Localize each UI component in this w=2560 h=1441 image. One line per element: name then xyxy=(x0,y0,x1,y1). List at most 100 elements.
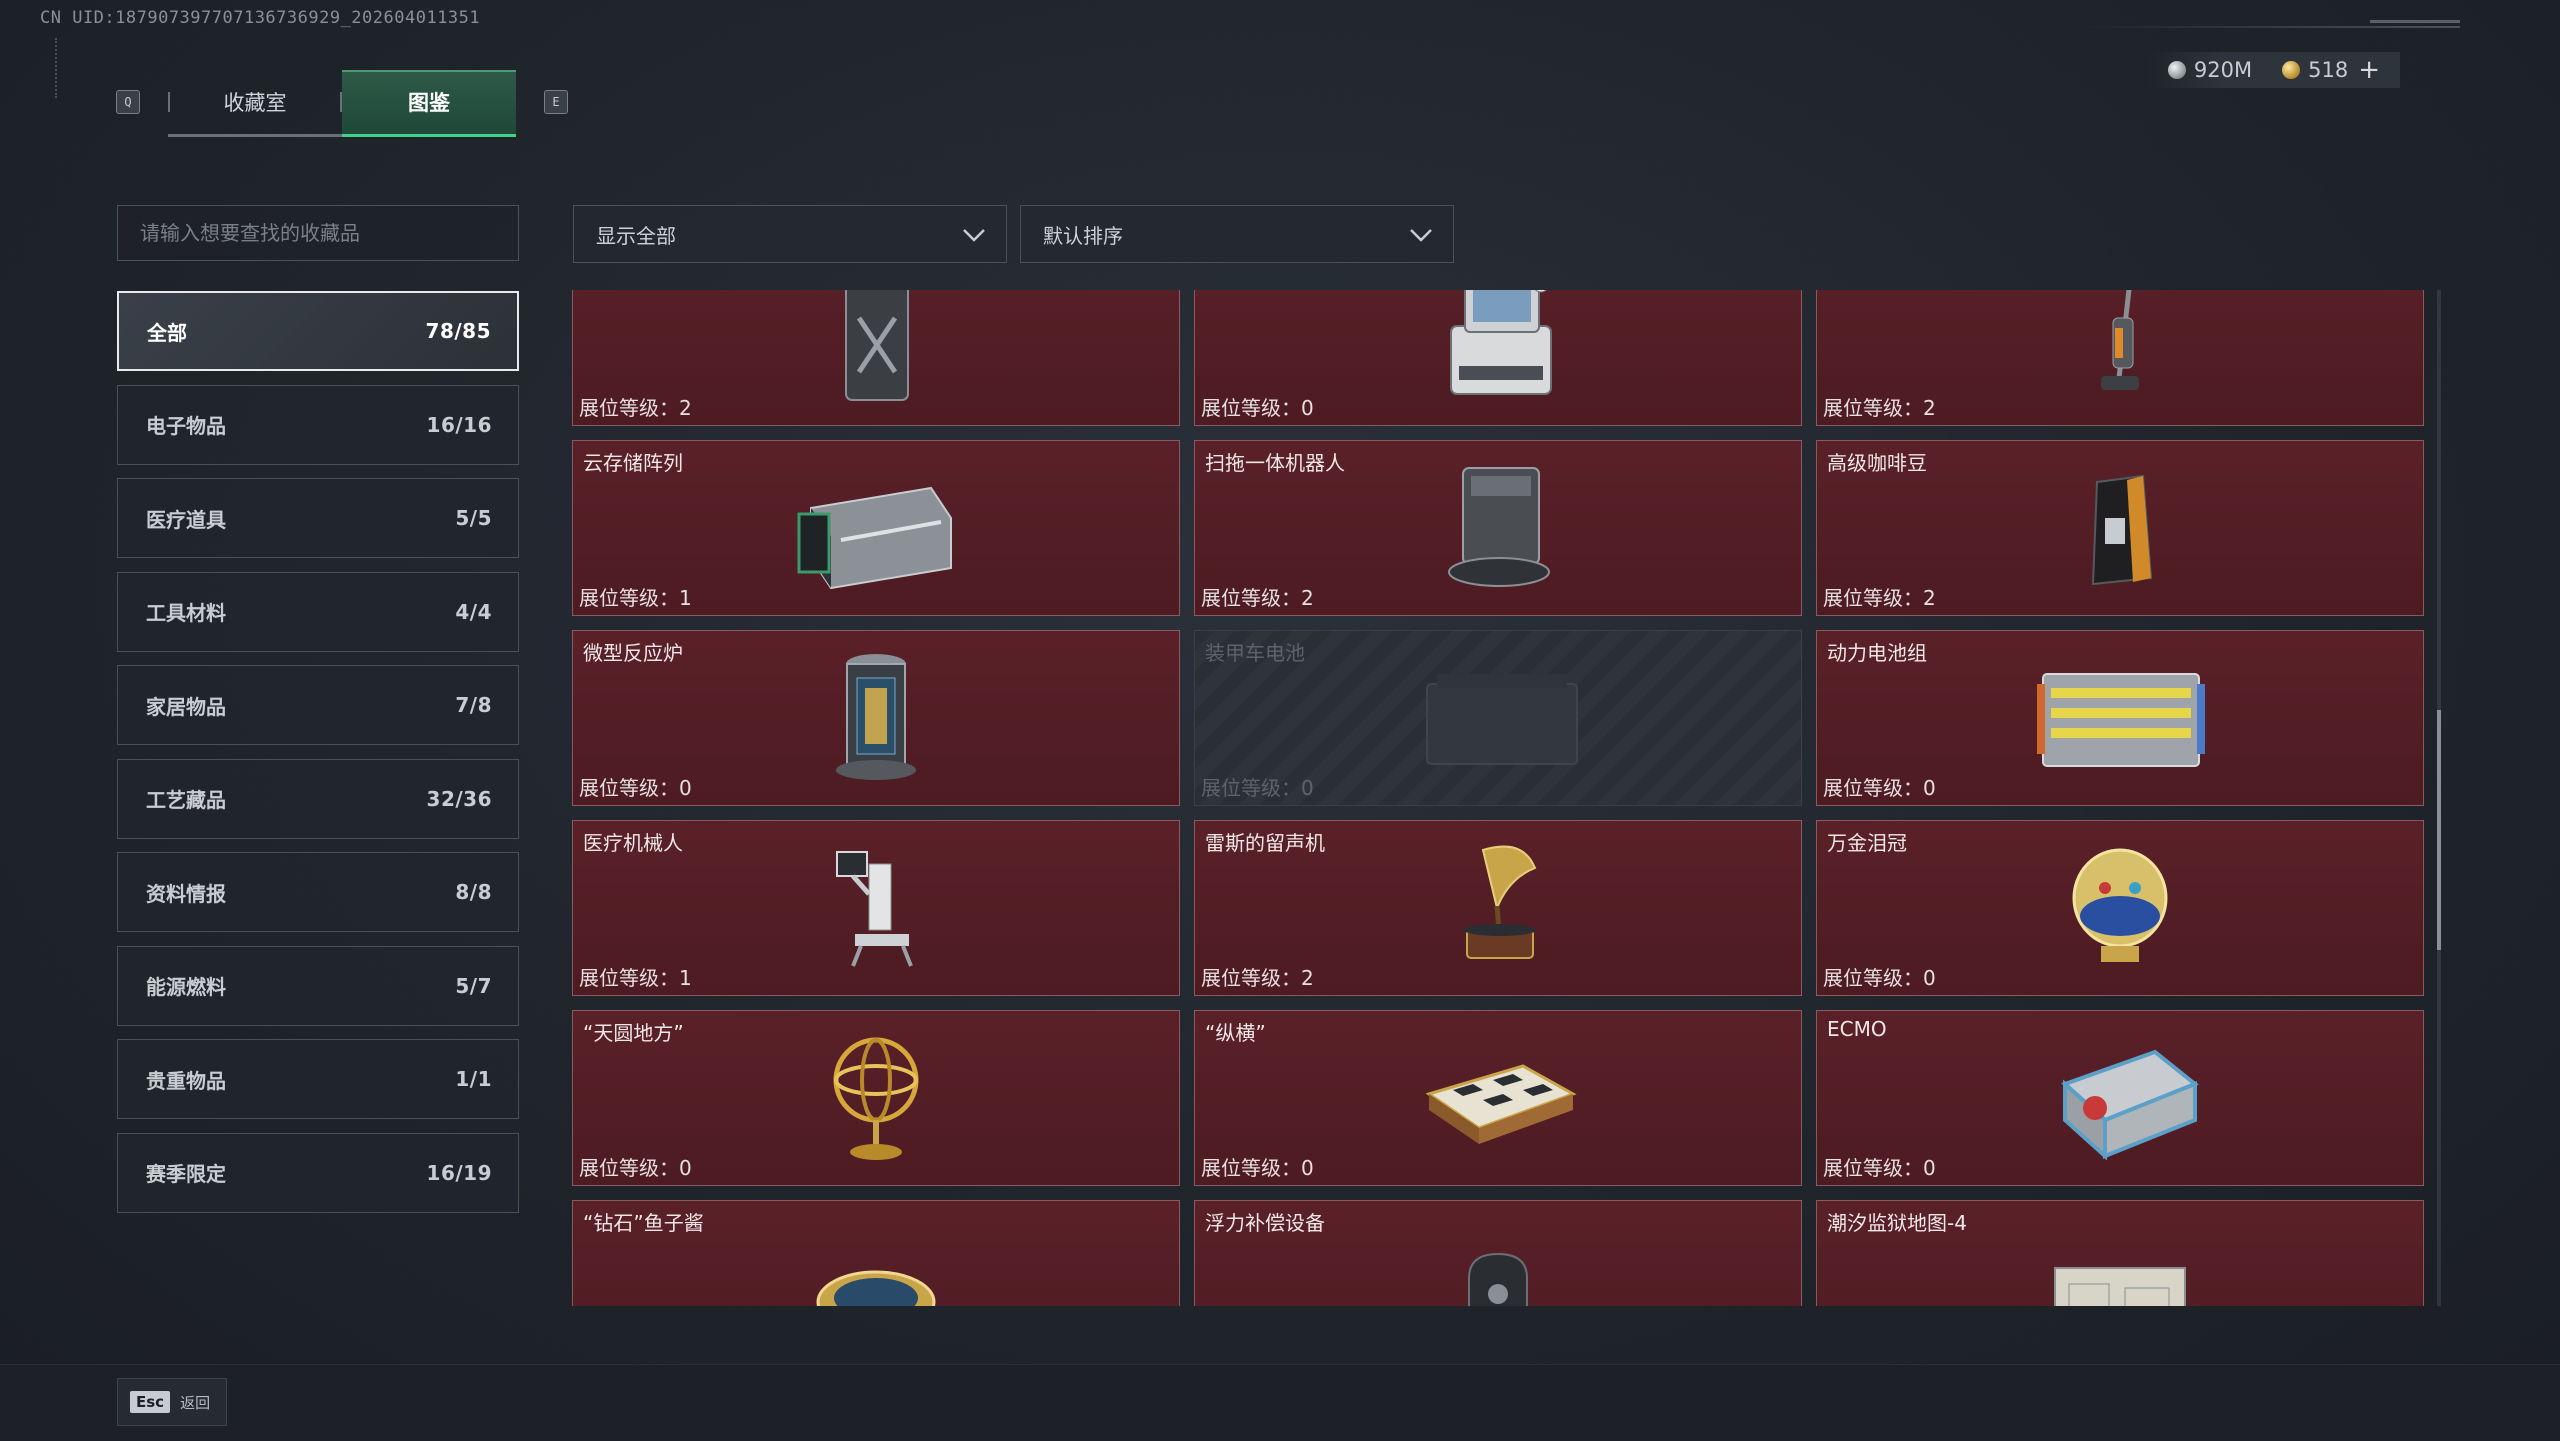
item-name: “纵横” xyxy=(1205,1021,1266,1045)
item-name: 云存储阵列 xyxy=(583,451,683,475)
coffee-bag-icon xyxy=(2091,474,2153,586)
item-display-level: 展位等级：0 xyxy=(579,1156,692,1180)
item-name: 浮力补偿设备 xyxy=(1205,1211,1325,1235)
item-display-level: 展位等级：0 xyxy=(1201,396,1314,420)
item-name: 扫拖一体机器人 xyxy=(1205,451,1345,475)
collection-item-card[interactable]: 潮汐监狱地图-4 xyxy=(1816,1200,2424,1306)
category-list: 全部 78/85 电子物品 16/16 医疗道具 5/5 工具材料 4/4 家居物品 7/… xyxy=(117,291,519,1226)
storage-array-icon xyxy=(797,486,952,590)
collection-item-card[interactable]: 微型反应炉 展位等级：0 xyxy=(572,630,1180,806)
back-label: 返回 xyxy=(180,1393,211,1412)
category-crafts[interactable]: 工艺藏品 32/36 xyxy=(117,758,519,839)
category-medical[interactable]: 医疗道具 5/5 xyxy=(117,478,519,558)
collection-item-card[interactable]: 展位等级：2 xyxy=(1816,290,2424,426)
category-label: 贵重物品 xyxy=(146,1068,226,1093)
category-intel[interactable]: 资料情报 8/8 xyxy=(117,852,519,932)
item-name: 潮汐监狱地图-4 xyxy=(1827,1211,1967,1235)
collection-item-card[interactable]: 高级咖啡豆 展位等级：2 xyxy=(1816,440,2424,616)
collection-item-card[interactable]: 雷斯的留声机 展位等级：2 xyxy=(1194,820,1802,996)
gramophone-icon xyxy=(1464,845,1537,959)
filter-dropdown[interactable]: 显示全部 xyxy=(573,205,1007,263)
category-count: 1/1 xyxy=(455,1067,492,1091)
item-display-level: 展位等级：2 xyxy=(579,396,692,420)
item-name: 动力电池组 xyxy=(1827,641,1927,665)
corner-decoration xyxy=(55,38,67,98)
item-display-level: 展位等级：2 xyxy=(1823,586,1936,610)
sort-value: 默认排序 xyxy=(1043,223,1123,248)
item-display-level: 展位等级：1 xyxy=(579,586,692,610)
item-name: 万金泪冠 xyxy=(1827,831,1907,855)
tab-codex[interactable]: 图鉴 xyxy=(342,70,516,137)
item-display-level: 展位等级：0 xyxy=(1201,1156,1314,1180)
silver-coin-icon xyxy=(2167,61,2186,79)
esc-key-hint: Esc xyxy=(130,1391,171,1413)
category-count: 32/36 xyxy=(426,786,492,811)
collection-grid-viewport: 展位等级：2 展位等级：0 展位等级：2 云存储阵列 展位等级：1 扫拖一体机器… xyxy=(572,290,2426,1306)
map-sheet-icon xyxy=(2054,1267,2186,1306)
tab-separator xyxy=(340,92,342,112)
armillary-sphere-icon xyxy=(833,1037,919,1160)
tab-collection-room[interactable]: 收藏室 xyxy=(168,70,342,137)
top-divider-accent xyxy=(2370,20,2460,23)
category-household[interactable]: 家居物品 7/8 xyxy=(117,665,519,745)
collection-item-card[interactable]: “天圆地方” 展位等级：0 xyxy=(572,1010,1180,1186)
buoyancy-device-icon xyxy=(1468,1252,1528,1306)
grid-scrollbar[interactable] xyxy=(2437,290,2441,1306)
collection-item-card[interactable]: 万金泪冠 展位等级：0 xyxy=(1816,820,2424,996)
item-display-level: 展位等级：0 xyxy=(1201,776,1314,800)
category-tools[interactable]: 工具材料 4/4 xyxy=(117,571,519,652)
collection-item-card[interactable]: ECMO 展位等级：0 xyxy=(1816,1010,2424,1186)
add-currency-button[interactable]: + xyxy=(2358,55,2380,85)
category-energy[interactable]: 能源燃料 5/7 xyxy=(117,945,519,1026)
chevron-down-icon xyxy=(963,229,985,242)
ecmo-machine-icon xyxy=(2061,1049,2199,1161)
back-button[interactable]: Esc 返回 xyxy=(117,1378,227,1426)
next-tab-key-hint[interactable]: E xyxy=(544,90,568,114)
collection-item-card[interactable]: 浮力补偿设备 xyxy=(1194,1200,1802,1306)
jeweled-egg-icon xyxy=(2072,848,2168,962)
top-divider xyxy=(2080,26,2460,28)
collection-item-card[interactable]: 展位等级：0 xyxy=(1194,290,1802,426)
collection-item-card[interactable]: 扫拖一体机器人 展位等级：2 xyxy=(1194,440,1802,616)
item-name: 雷斯的留声机 xyxy=(1205,831,1325,855)
currency-bar: 920M 518 + xyxy=(2147,52,2400,88)
category-label: 赛季限定 xyxy=(146,1162,226,1186)
silver-amount: 920M xyxy=(2193,58,2253,82)
battery-pack-icon xyxy=(2037,673,2205,767)
category-count: 16/16 xyxy=(426,412,492,437)
collection-item-card[interactable]: “钻石”鱼子酱 xyxy=(572,1200,1180,1306)
item-name: 医疗机械人 xyxy=(583,831,683,855)
category-label: 全部 xyxy=(147,320,187,345)
item-display-level: 展位等级：0 xyxy=(1823,1156,1936,1180)
search-box xyxy=(117,205,519,261)
category-season-limited[interactable]: 赛季限定 16/19 xyxy=(117,1132,519,1213)
uid-label: CN UID:1879073977071367369​29_2026040113… xyxy=(40,8,481,28)
chessboard-icon xyxy=(1425,1064,1577,1144)
collection-item-card[interactable]: 云存储阵列 展位等级：1 xyxy=(572,440,1180,616)
item-name: ECMO xyxy=(1827,1017,1887,1041)
collection-item-card[interactable]: “纵横” 展位等级：0 xyxy=(1194,1010,1802,1186)
sort-dropdown[interactable]: 默认排序 xyxy=(1020,205,1454,263)
category-electronics[interactable]: 电子物品 16/16 xyxy=(117,384,519,465)
silver-currency: 920M xyxy=(2167,58,2253,82)
caviar-tin-icon xyxy=(816,1270,936,1306)
computer-terminal-icon xyxy=(1450,290,1552,395)
category-all[interactable]: 全部 78/85 xyxy=(117,291,519,371)
item-display-level: 展位等级：2 xyxy=(1823,396,1936,420)
collection-item-card-locked[interactable]: 装甲车电池 展位等级：0 xyxy=(1194,630,1802,806)
item-name: 微型反应炉 xyxy=(583,641,683,665)
item-display-level: 展位等级：0 xyxy=(1823,776,1936,800)
item-name: “钻石”鱼子酱 xyxy=(583,1211,704,1235)
category-valuables[interactable]: 贵重物品 1/1 xyxy=(117,1039,519,1119)
prev-tab-key-hint[interactable]: Q xyxy=(116,90,140,114)
filter-value: 显示全部 xyxy=(596,223,676,248)
category-count: 5/5 xyxy=(455,506,492,530)
scrollbar-thumb[interactable] xyxy=(2437,710,2441,950)
collection-item-card[interactable]: 展位等级：2 xyxy=(572,290,1180,426)
collection-item-card[interactable]: 动力电池组 展位等级：0 xyxy=(1816,630,2424,806)
item-display-level: 展位等级：0 xyxy=(579,776,692,800)
category-count: 16/19 xyxy=(426,1160,492,1185)
medical-robot-icon xyxy=(836,851,913,967)
search-input[interactable] xyxy=(118,206,518,260)
collection-item-card[interactable]: 医疗机械人 展位等级：1 xyxy=(572,820,1180,996)
